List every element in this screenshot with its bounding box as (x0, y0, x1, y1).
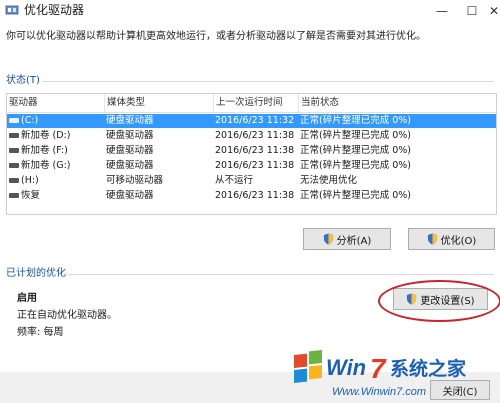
drive-row[interactable]: 新加卷 (F:) 硬盘驱动器 2016/6/23 11:38 正常(碎片整理已完成 0… (7, 144, 496, 158)
drive-name: (C:) (21, 115, 39, 126)
last-run-time: 2016/6/23 11:32 (215, 115, 295, 126)
optimize-label: 优化(O) (440, 235, 477, 247)
drive-name: (H:) (21, 175, 39, 186)
last-run-time: 从不运行 (215, 175, 254, 186)
drive-icon (9, 148, 19, 153)
watermark-logo: Win 7 系统之家 Www.Winwin7.com (294, 350, 467, 398)
media-type: 可移动驱动器 (106, 175, 164, 186)
current-status: 正常(碎片整理已完成 0%) (300, 115, 412, 126)
drive-icon (9, 133, 19, 138)
drive-row[interactable]: (H:) 可移动驱动器 从不运行 无法使用优化 (7, 174, 496, 188)
close-window-button[interactable]: ✕ (476, 0, 500, 22)
window-title: 优化驱动器 (24, 3, 85, 17)
current-status: 无法使用优化 (300, 175, 358, 186)
change-settings-button[interactable]: 更改设置(S) (393, 288, 488, 310)
column-last-run[interactable]: 上一次运行时间 (213, 94, 300, 112)
drive-icon (9, 118, 19, 123)
drive-row[interactable]: (C:) 硬盘驱动器 2016/6/23 11:32 正常(碎片整理已完成 0%) (7, 114, 496, 128)
column-drive[interactable]: 驱动器 (7, 94, 105, 112)
schedule-detail: 正在自动优化驱动器。 (17, 310, 117, 321)
uac-shield-icon (427, 233, 437, 245)
schedule-frequency: 频率: 每周 (17, 327, 64, 338)
analyze-button[interactable]: 分析(A) (303, 228, 391, 250)
drive-name: 恢复 (21, 190, 41, 201)
uac-shield-icon (407, 293, 417, 305)
media-type: 硬盘驱动器 (106, 130, 154, 141)
media-type: 硬盘驱动器 (106, 145, 154, 156)
uac-shield-icon (323, 233, 333, 245)
media-type: 硬盘驱动器 (106, 115, 154, 126)
drive-row[interactable]: 恢复 硬盘驱动器 2016/6/23 11:38 正常(碎片整理已完成 0%) (7, 189, 496, 203)
column-media-type[interactable]: 媒体类型 (104, 94, 212, 112)
drive-list[interactable]: 驱动器 媒体类型 上一次运行时间 当前状态 (C:) 硬盘驱动器 2016/6/23… (6, 93, 497, 215)
last-run-time: 2016/6/23 11:38 (215, 160, 295, 171)
drive-icon (9, 193, 19, 198)
drive-icon (9, 163, 19, 168)
drive-icon (9, 178, 19, 183)
drive-row[interactable]: 新加卷 (D:) 硬盘驱动器 2016/6/23 11:38 正常(碎片整理已完成 0… (7, 129, 496, 143)
optimize-button[interactable]: 优化(O) (408, 228, 495, 250)
title-bar: 优化驱动器 — ☐ ✕ (0, 0, 500, 22)
drive-name: 新加卷 (D:) (21, 130, 71, 141)
intro-text: 你可以优化驱动器以帮助计算机更高效地运行，或者分析驱动器以了解是否需要对其进行优… (6, 31, 426, 42)
defrag-app-icon (5, 5, 19, 15)
media-type: 硬盘驱动器 (106, 190, 154, 201)
watermark-text: 系统之家 (390, 357, 467, 380)
drive-name: 新加卷 (F:) (21, 145, 68, 156)
analyze-label: 分析(A) (336, 235, 372, 247)
svg-text:7: 7 (370, 353, 387, 384)
current-status: 正常(碎片整理已完成 0%) (300, 160, 412, 171)
drive-row[interactable]: 新加卷 (G:) 硬盘驱动器 2016/6/23 11:38 正常(碎片整理已完成 0… (7, 159, 496, 173)
current-status: 正常(碎片整理已完成 0%) (300, 190, 412, 201)
list-header: 驱动器 媒体类型 上一次运行时间 当前状态 (7, 94, 496, 113)
current-status: 正常(碎片整理已完成 0%) (300, 145, 412, 156)
schedule-status: 启用 (17, 293, 37, 304)
last-run-time: 2016/6/23 11:38 (215, 145, 295, 156)
media-type: 硬盘驱动器 (106, 160, 154, 171)
last-run-time: 2016/6/23 11:38 (215, 130, 295, 141)
change-settings-label: 更改设置(S) (420, 295, 475, 307)
column-current-status[interactable]: 当前状态 (298, 94, 421, 112)
last-run-time: 2016/6/23 11:38 (215, 190, 295, 201)
status-separator (42, 81, 494, 82)
current-status: 正常(碎片整理已完成 0%) (300, 130, 412, 141)
drive-name: 新加卷 (G:) (21, 160, 71, 171)
status-label: 状态(T) (6, 75, 40, 86)
scheduled-separator (68, 274, 494, 275)
watermark-url: Www.Winwin7.com (332, 386, 426, 398)
svg-text:Win: Win (326, 355, 366, 380)
scheduled-label: 已计划的优化 (6, 268, 66, 279)
